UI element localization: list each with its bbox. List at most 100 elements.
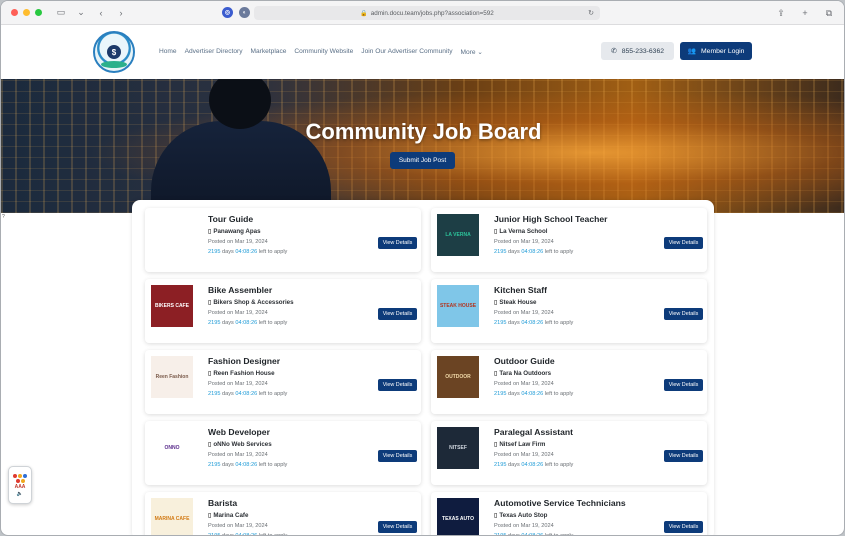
minimize-window-button[interactable] xyxy=(23,9,30,16)
view-details-button[interactable]: View Details xyxy=(664,521,703,533)
days-remaining: 2195 xyxy=(494,391,507,397)
job-card[interactable]: NITSEF Paralegal Assistant ▯ Nitsef Law Fir… xyxy=(431,421,707,485)
view-details-button[interactable]: View Details xyxy=(664,450,703,462)
text-size-label: AAA xyxy=(14,483,26,490)
privacy-icon[interactable]: ◐ xyxy=(239,7,250,18)
view-details-button[interactable]: View Details xyxy=(664,308,703,320)
job-title[interactable]: Junior High School Teacher xyxy=(494,214,608,224)
days-label: days xyxy=(508,320,520,326)
job-card[interactable]: Tour Guide ▯ Panawang Apas Posted on Mar 19… xyxy=(145,208,421,272)
building-icon: ▯ xyxy=(494,300,498,306)
building-icon: ▯ xyxy=(208,442,212,448)
reload-icon[interactable]: ↻ xyxy=(588,9,594,17)
job-card[interactable]: LA VERNA Junior High School Teacher ▯ La Ve… xyxy=(431,208,707,272)
phone-button[interactable]: ✆ 855-233-6362 xyxy=(601,42,674,60)
job-card[interactable]: TEXAS AUTO Automotive Service Technicians… xyxy=(431,492,707,535)
job-card[interactable]: BIKERS CAFE Bike Assembler ▯ Bikers Shop & … xyxy=(145,279,421,343)
extension-icon[interactable]: ◎ xyxy=(222,7,233,18)
back-icon[interactable]: ‹ xyxy=(94,6,108,20)
forward-icon[interactable]: › xyxy=(114,6,128,20)
nav-more[interactable]: More ⌄ xyxy=(461,48,483,56)
view-details-button[interactable]: View Details xyxy=(664,237,703,249)
close-window-button[interactable] xyxy=(11,9,18,16)
posted-date: Posted on Mar 19, 2024 xyxy=(494,523,554,529)
company-logo[interactable] xyxy=(151,214,193,256)
time-remaining: 04:08:26 xyxy=(521,249,544,255)
nav-more-label: More xyxy=(460,49,476,56)
days-remaining: 2195 xyxy=(494,249,507,255)
company-logo[interactable]: NITSEF xyxy=(437,427,479,469)
job-card[interactable]: MARINA CAFE Barista ▯ Marina Cafe Posted on … xyxy=(145,492,421,535)
new-tab-icon[interactable]: + xyxy=(798,6,812,20)
company-logo[interactable]: ONNO xyxy=(151,427,193,469)
company-name: ▯ Steak House xyxy=(494,299,536,306)
company-logo[interactable]: TEXAS AUTO xyxy=(437,498,479,535)
view-details-button[interactable]: View Details xyxy=(378,308,417,320)
tab-overview-icon[interactable]: ⧉ xyxy=(822,6,836,20)
chevron-down-icon[interactable]: ⌄ xyxy=(74,6,88,20)
company-logo-text: NITSEF xyxy=(449,445,467,451)
company-name-text: Bikers Shop & Accessories xyxy=(213,299,294,306)
job-title[interactable]: Barista xyxy=(208,498,237,508)
job-title[interactable]: Kitchen Staff xyxy=(494,285,547,295)
company-name: ▯ oNNo Web Services xyxy=(208,441,272,448)
view-details-button[interactable]: View Details xyxy=(378,379,417,391)
job-card[interactable]: Reen Fashion Fashion Designer ▯ Reen Fashio… xyxy=(145,350,421,414)
building-icon: ▯ xyxy=(494,229,498,235)
view-details-button[interactable]: View Details xyxy=(378,237,417,249)
company-logo[interactable]: LA VERNA xyxy=(437,214,479,256)
submit-job-post-button[interactable]: Submit Job Post xyxy=(390,152,455,169)
site-logo[interactable]: $ xyxy=(93,31,135,73)
member-login-button[interactable]: 👥 Member Login xyxy=(680,42,752,60)
apply-countdown: 2195 days 04:08:26 left to apply xyxy=(208,462,287,468)
view-details-button[interactable]: View Details xyxy=(378,450,417,462)
nav-home[interactable]: Home xyxy=(159,48,177,56)
nav-marketplace[interactable]: Marketplace xyxy=(251,48,287,56)
stray-text: ? xyxy=(2,214,5,220)
company-logo[interactable]: OUTDOOR xyxy=(437,356,479,398)
days-remaining: 2195 xyxy=(494,462,507,468)
company-logo[interactable]: Reen Fashion xyxy=(151,356,193,398)
left-to-apply-label: left to apply xyxy=(258,391,288,397)
nav-advertiser-directory[interactable]: Advertiser Directory xyxy=(185,48,243,56)
company-logo-text: BIKERS CAFE xyxy=(155,303,189,309)
nav-community-website[interactable]: Community Website xyxy=(294,48,353,56)
company-logo[interactable]: BIKERS CAFE xyxy=(151,285,193,327)
company-logo-text: OUTDOOR xyxy=(445,374,471,380)
view-details-button[interactable]: View Details xyxy=(664,379,703,391)
days-remaining: 2195 xyxy=(208,391,221,397)
job-title[interactable]: Paralegal Assistant xyxy=(494,427,573,437)
days-label: days xyxy=(222,391,234,397)
building-icon: ▯ xyxy=(494,371,498,377)
days-label: days xyxy=(508,391,520,397)
sidebar-toggle-icon[interactable]: ▭ xyxy=(54,6,68,20)
job-title[interactable]: Outdoor Guide xyxy=(494,356,555,366)
company-logo[interactable]: STEAK HOUSE xyxy=(437,285,479,327)
company-name-text: Steak House xyxy=(499,299,537,306)
job-title[interactable]: Tour Guide xyxy=(208,214,253,224)
job-title[interactable]: Bike Assembler xyxy=(208,285,272,295)
time-remaining: 04:08:26 xyxy=(235,462,258,468)
job-title[interactable]: Web Developer xyxy=(208,427,270,437)
address-bar[interactable]: 🔒 admin.docu.team/jobs.php?association=5… xyxy=(254,6,600,20)
days-remaining: 2195 xyxy=(494,320,507,326)
company-logo-text: MARINA CAFE xyxy=(154,516,190,522)
job-card[interactable]: STEAK HOUSE Kitchen Staff ▯ Steak House Post… xyxy=(431,279,707,343)
job-title[interactable]: Automotive Service Technicians xyxy=(494,498,626,508)
main-nav: Home Advertiser Directory Marketplace Co… xyxy=(159,48,483,56)
zoom-window-button[interactable] xyxy=(35,9,42,16)
company-name: ▯ Panawang Apas xyxy=(208,228,261,235)
browser-window: ▭ ⌄ ‹ › ◎ ◐ 🔒 admin.docu.team/jobs.php?a… xyxy=(0,0,845,536)
user-icon: 👥 xyxy=(687,48,696,55)
job-title[interactable]: Fashion Designer xyxy=(208,356,280,366)
job-card[interactable]: OUTDOOR Outdoor Guide ▯ Tara Na Outdoors Pos… xyxy=(431,350,707,414)
company-name: ▯ Tara Na Outdoors xyxy=(494,370,551,377)
job-card[interactable]: ONNO Web Developer ▯ oNNo Web Services Poste… xyxy=(145,421,421,485)
accessibility-widget[interactable]: AAA 🔈 xyxy=(8,466,32,504)
company-logo[interactable]: MARINA CAFE xyxy=(151,498,193,535)
nav-join-community[interactable]: Join Our Advertiser Community xyxy=(361,48,452,56)
share-icon[interactable]: ⇪ xyxy=(774,6,788,20)
days-label: days xyxy=(508,249,520,255)
days-remaining: 2195 xyxy=(208,462,221,468)
view-details-button[interactable]: View Details xyxy=(378,521,417,533)
